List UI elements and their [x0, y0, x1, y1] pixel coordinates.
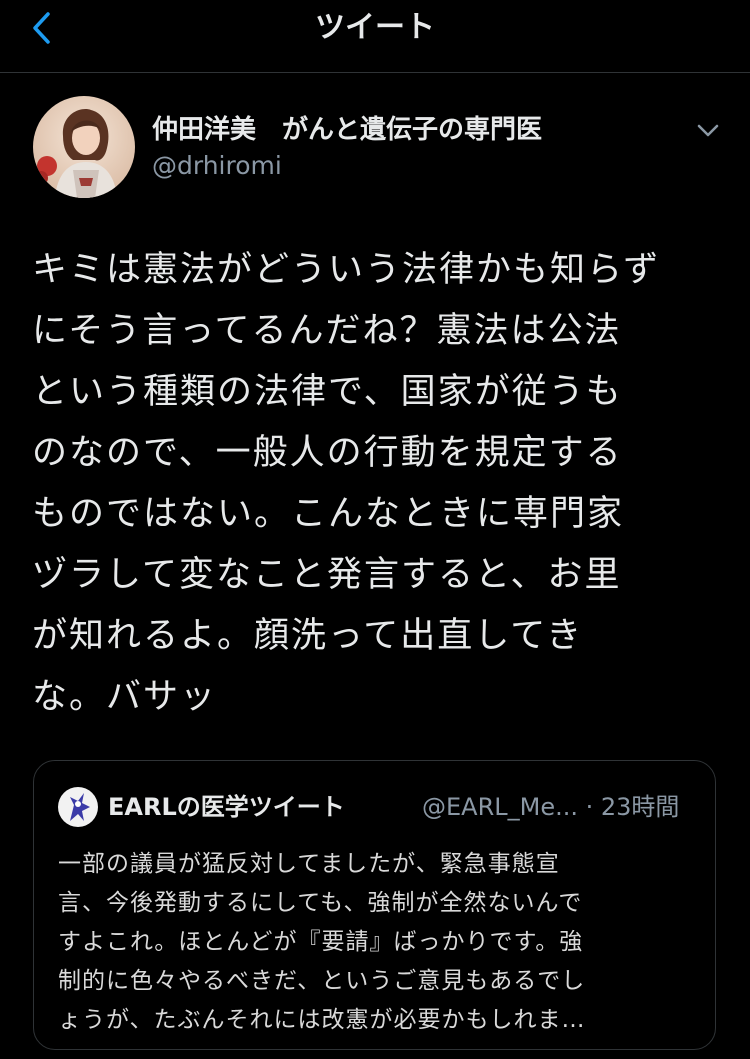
profile-avatar-icon [33, 96, 135, 198]
tweet-text-line: のなので、一般人の行動を規定する [32, 433, 623, 473]
tweet-text-line: にそう言ってるんだね？憲法は公法 [32, 311, 622, 351]
chevron-down-icon [697, 124, 719, 137]
top-nav-bar: ツイート [0, 0, 750, 73]
quoted-tweet-author-row: EARLの医学ツイート @EARL_Me... · 23時間 [58, 787, 698, 827]
tweet-text: キミは憲法がどういう法律かも知らず にそう言ってるんだね？憲法は公法 という種類… [32, 240, 722, 728]
quoted-author-avatar [58, 787, 98, 827]
tweet-text-line: な。バサッ [32, 677, 218, 717]
tweet-text-line: ものではない。こんなときに専門家 [32, 494, 625, 534]
tweet-text-line: という種類の法律で、国家が従うも [32, 372, 623, 412]
tweet-text-line: キミは憲法がどういう法律かも知らず [32, 250, 661, 290]
tweet-text-line: が知れるよ。顔洗って出直してき [32, 616, 584, 656]
page-title: ツイート [315, 10, 435, 45]
quoted-text-line: ょうが、たぶんそれには改憲が必要かもしれま… [58, 1007, 586, 1033]
quoted-tweet-card[interactable]: EARLの医学ツイート @EARL_Me... · 23時間 一部の議員が猛反対… [33, 760, 716, 1050]
quoted-tweet-text: 一部の議員が猛反対してましたが、緊急事態宣 言、今後発動するにしても、強制が全然… [58, 845, 698, 1040]
author-display-name[interactable]: 仲田洋美 がんと遺伝子の専門医 [152, 113, 542, 147]
quoted-text-line: 言、今後発動するにしても、強制が全然ないんで [58, 890, 583, 916]
quoted-text-line: 制的に色々やるべきだ、というご意見もあるでし [58, 968, 586, 994]
author-avatar[interactable] [33, 96, 135, 198]
author-handle[interactable]: @drhiromi [152, 150, 282, 182]
quoted-text-line: すよこれ。ほとんどが『要請』ばっかりです。強 [58, 929, 584, 955]
tweet-author-row: 仲田洋美 がんと遺伝子の専門医 @drhiromi [0, 96, 750, 206]
quoted-author-display-name: EARLの医学ツイート [108, 793, 345, 821]
quoted-text-line: 一部の議員が猛反対してましたが、緊急事態宣 [58, 851, 560, 877]
tweet-menu-button[interactable] [688, 114, 728, 148]
tweet-text-line: ヅラして変なこと発言すると、お里 [32, 555, 622, 595]
quoted-author-handle-time: @EARL_Me... · 23時間 [422, 793, 680, 821]
earl-avatar-icon [58, 787, 98, 827]
